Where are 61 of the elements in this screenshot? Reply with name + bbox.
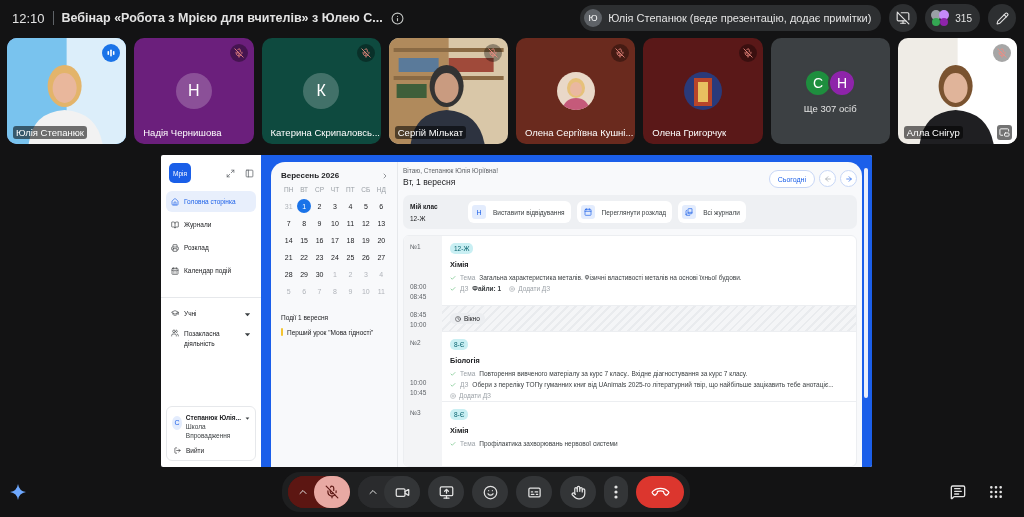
plus-icon: [509, 285, 516, 292]
caret-icon[interactable]: [244, 330, 251, 338]
participant-name: Олена Сергіївна Кушні...: [524, 126, 635, 139]
people-icon: [171, 328, 179, 337]
mic-off-icon: [325, 485, 339, 499]
printer-icon: [171, 243, 179, 252]
captions-icon: [526, 484, 542, 500]
present-screen-icon: [438, 484, 454, 500]
graduation-cap-icon: [171, 309, 179, 317]
participant-name: Олена Григорчук: [651, 126, 728, 139]
logout-icon: [174, 447, 181, 454]
pencil-icon: [995, 11, 1009, 25]
sidebar-toggle-icon[interactable]: [245, 168, 254, 178]
present-button[interactable]: [428, 476, 464, 508]
scrollbar[interactable]: [864, 168, 868, 398]
arrow-left-icon: [823, 174, 832, 183]
more-icon: [614, 485, 618, 499]
participant-avatar: Н: [828, 68, 857, 97]
avatars-icon: [930, 9, 951, 27]
raise-hand-button[interactable]: [560, 476, 596, 508]
calendar-month: Вересень 2026: [281, 171, 340, 180]
participant-avatar: К: [303, 73, 340, 109]
annotate-button[interactable]: [988, 4, 1016, 32]
captions-button[interactable]: [516, 476, 552, 508]
emoji-button[interactable]: [472, 476, 508, 508]
more-participants-label: Ще 307 осіб: [803, 102, 857, 114]
screen-off-button[interactable]: [889, 4, 918, 32]
participant-name: Юлія Степанюк: [13, 126, 87, 139]
participant-avatar: Н: [175, 73, 212, 109]
monitor-off-icon: [896, 11, 911, 25]
home-icon: [171, 197, 179, 206]
book-icon: [171, 220, 179, 229]
participant-name: Сергій Мількат: [394, 126, 466, 139]
presenter-avatar: Ю: [584, 9, 603, 27]
participant-name: Катерина Скрипаловсь...: [269, 126, 381, 139]
smile-icon: [482, 484, 498, 500]
calendar-icon: [171, 266, 179, 275]
calendar-icon: [580, 205, 595, 219]
hand-icon: [570, 484, 586, 500]
participant-name: Надія Чернишова: [142, 126, 223, 139]
chat-icon: [950, 484, 966, 500]
meeting-time: 12:10: [12, 10, 45, 26]
caret-icon[interactable]: [244, 311, 251, 318]
next-month-icon[interactable]: [381, 171, 389, 180]
plus-icon: [450, 392, 456, 399]
participants-button[interactable]: 315: [925, 4, 980, 32]
meeting-title: Вебінар «Робота з Мрією для вчителів» з Юлею С...: [61, 11, 383, 25]
arrow-right-icon: [844, 174, 853, 183]
camera-button[interactable]: [384, 476, 420, 508]
grid-icon: [988, 484, 1004, 500]
presenter-chip[interactable]: Ю Юлія Степанюк (веде презентацію, додає примітки): [580, 5, 882, 31]
expand-icon[interactable]: [226, 168, 235, 178]
check-icon: [450, 440, 456, 447]
clock-icon: [455, 315, 461, 322]
picture-in-picture-icon: [997, 125, 1012, 140]
books-icon: [682, 205, 697, 219]
more-options-button[interactable]: [604, 476, 628, 508]
info-icon[interactable]: [390, 11, 404, 25]
microphone-off-button[interactable]: [314, 476, 350, 508]
end-call-button[interactable]: [636, 476, 684, 508]
current-date: Вт, 1 вересня: [403, 177, 457, 187]
